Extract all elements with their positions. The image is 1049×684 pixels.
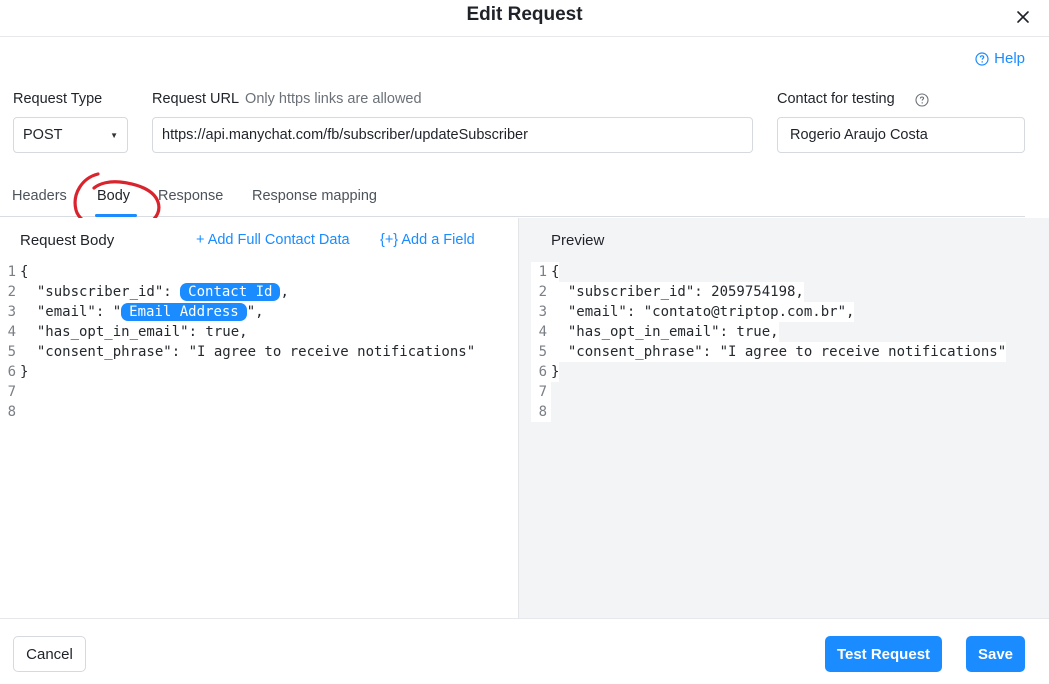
tab-body[interactable]: Body	[97, 188, 130, 204]
code-text: "subscriber_id":	[20, 284, 181, 300]
line-number: 8	[531, 402, 551, 422]
line-number: 8	[7, 404, 16, 420]
code-text: "has_opt_in_email": true,	[551, 322, 779, 342]
line-number: 1	[531, 262, 551, 282]
code-text: {	[20, 264, 29, 280]
code-line: 7	[531, 382, 1006, 402]
code-line: 6}	[531, 362, 1006, 382]
preview-pane: Preview 1{ 2 "subscriber_id": 2059754198…	[518, 218, 1049, 618]
code-line: 2 "subscriber_id": 2059754198,	[531, 282, 1006, 302]
code-text: ,	[280, 284, 289, 300]
code-line: 7	[0, 382, 475, 402]
contact-label: Contact for testing	[777, 91, 895, 107]
test-request-button[interactable]: Test Request	[825, 636, 942, 672]
request-url-label: Request URL	[152, 91, 240, 107]
line-number: 6	[7, 364, 16, 380]
code-text: ",	[246, 304, 264, 320]
code-text: "has_opt_in_email": true,	[20, 324, 248, 340]
dialog-footer: Cancel Test Request Save	[0, 618, 1049, 684]
request-tabs: Headers Body Response Response mapping	[0, 182, 1025, 217]
tab-response[interactable]: Response	[158, 188, 223, 204]
help-label: Help	[994, 50, 1025, 67]
save-button[interactable]: Save	[966, 636, 1025, 672]
code-text: "consent_phrase": "I agree to receive no…	[551, 342, 1007, 362]
add-field-button[interactable]: {+} Add a Field	[380, 232, 475, 248]
email-address-variable-chip[interactable]: Email Address	[121, 303, 247, 321]
code-text: }	[551, 362, 560, 382]
request-type-value: POST	[23, 127, 63, 143]
preview-title: Preview	[551, 232, 605, 249]
dialog-header: Edit Request	[0, 0, 1049, 37]
request-url-hint: Only https links are allowed	[245, 91, 422, 107]
request-body-pane: Request Body + Add Full Contact Data {+}…	[0, 218, 518, 618]
caret-down-icon: ▼	[110, 130, 118, 140]
question-icon[interactable]	[915, 93, 929, 107]
request-body-editor[interactable]: 1{ 2 "subscriber_id": Contact Id, 3 "ema…	[0, 262, 476, 422]
code-line: 1{	[531, 262, 1006, 282]
active-tab-indicator	[95, 214, 137, 217]
line-number: 1	[7, 264, 16, 280]
request-type-label: Request Type	[13, 91, 103, 107]
line-number: 5	[7, 344, 16, 360]
contact-value: Rogerio Araujo Costa	[790, 127, 928, 143]
line-number: 2	[531, 282, 551, 302]
close-icon[interactable]	[1011, 5, 1035, 29]
request-type-select[interactable]: POST ▼	[13, 117, 128, 153]
code-line: 1{	[0, 262, 475, 282]
line-number: 7	[531, 382, 551, 402]
code-line: 5 "consent_phrase": "I agree to receive …	[531, 342, 1007, 362]
add-full-contact-data-button[interactable]: + Add Full Contact Data	[196, 232, 350, 248]
cancel-button[interactable]: Cancel	[13, 636, 86, 672]
contact-id-variable-chip[interactable]: Contact Id	[180, 283, 281, 301]
code-text: "consent_phrase": "I agree to receive no…	[20, 344, 476, 360]
line-number: 7	[7, 384, 16, 400]
code-line: 5 "consent_phrase": "I agree to receive …	[0, 342, 476, 362]
request-url-label-group: Request URL Only https links are allowed	[152, 91, 422, 107]
line-number: 5	[531, 342, 551, 362]
code-line: 8	[531, 402, 1006, 422]
tab-headers[interactable]: Headers	[12, 188, 67, 204]
dialog-title: Edit Request	[466, 4, 583, 25]
preview-code: 1{ 2 "subscriber_id": 2059754198, 3 "ema…	[531, 262, 1007, 422]
request-body-title: Request Body	[20, 232, 115, 249]
line-number: 6	[531, 362, 551, 382]
code-text: "email": "	[20, 304, 122, 320]
code-line: 4 "has_opt_in_email": true,	[531, 322, 1006, 342]
contact-for-testing-input[interactable]: Rogerio Araujo Costa	[777, 117, 1025, 153]
tab-response-mapping[interactable]: Response mapping	[252, 188, 377, 204]
line-number: 2	[7, 284, 16, 300]
code-line: 3 "email": "contato@triptop.com.br",	[531, 302, 1006, 322]
help-circle-icon	[975, 51, 989, 66]
code-text: {	[551, 262, 560, 282]
code-line: 6}	[0, 362, 475, 382]
code-text: "email": "contato@triptop.com.br",	[551, 302, 855, 322]
request-url-value: https://api.manychat.com/fb/subscriber/u…	[162, 127, 528, 143]
code-line: 4 "has_opt_in_email": true,	[0, 322, 475, 342]
code-text: }	[20, 364, 29, 380]
help-link[interactable]: Help	[975, 50, 1025, 67]
code-line: 8	[0, 402, 475, 422]
code-line: 2 "subscriber_id": Contact Id,	[0, 282, 475, 302]
line-number: 3	[531, 302, 551, 322]
request-url-input[interactable]: https://api.manychat.com/fb/subscriber/u…	[152, 117, 753, 153]
code-text: "subscriber_id": 2059754198,	[551, 282, 804, 302]
line-number: 4	[7, 324, 16, 340]
line-number: 4	[531, 322, 551, 342]
line-number: 3	[7, 304, 16, 320]
code-line: 3 "email": " Email Address ",	[0, 302, 475, 322]
